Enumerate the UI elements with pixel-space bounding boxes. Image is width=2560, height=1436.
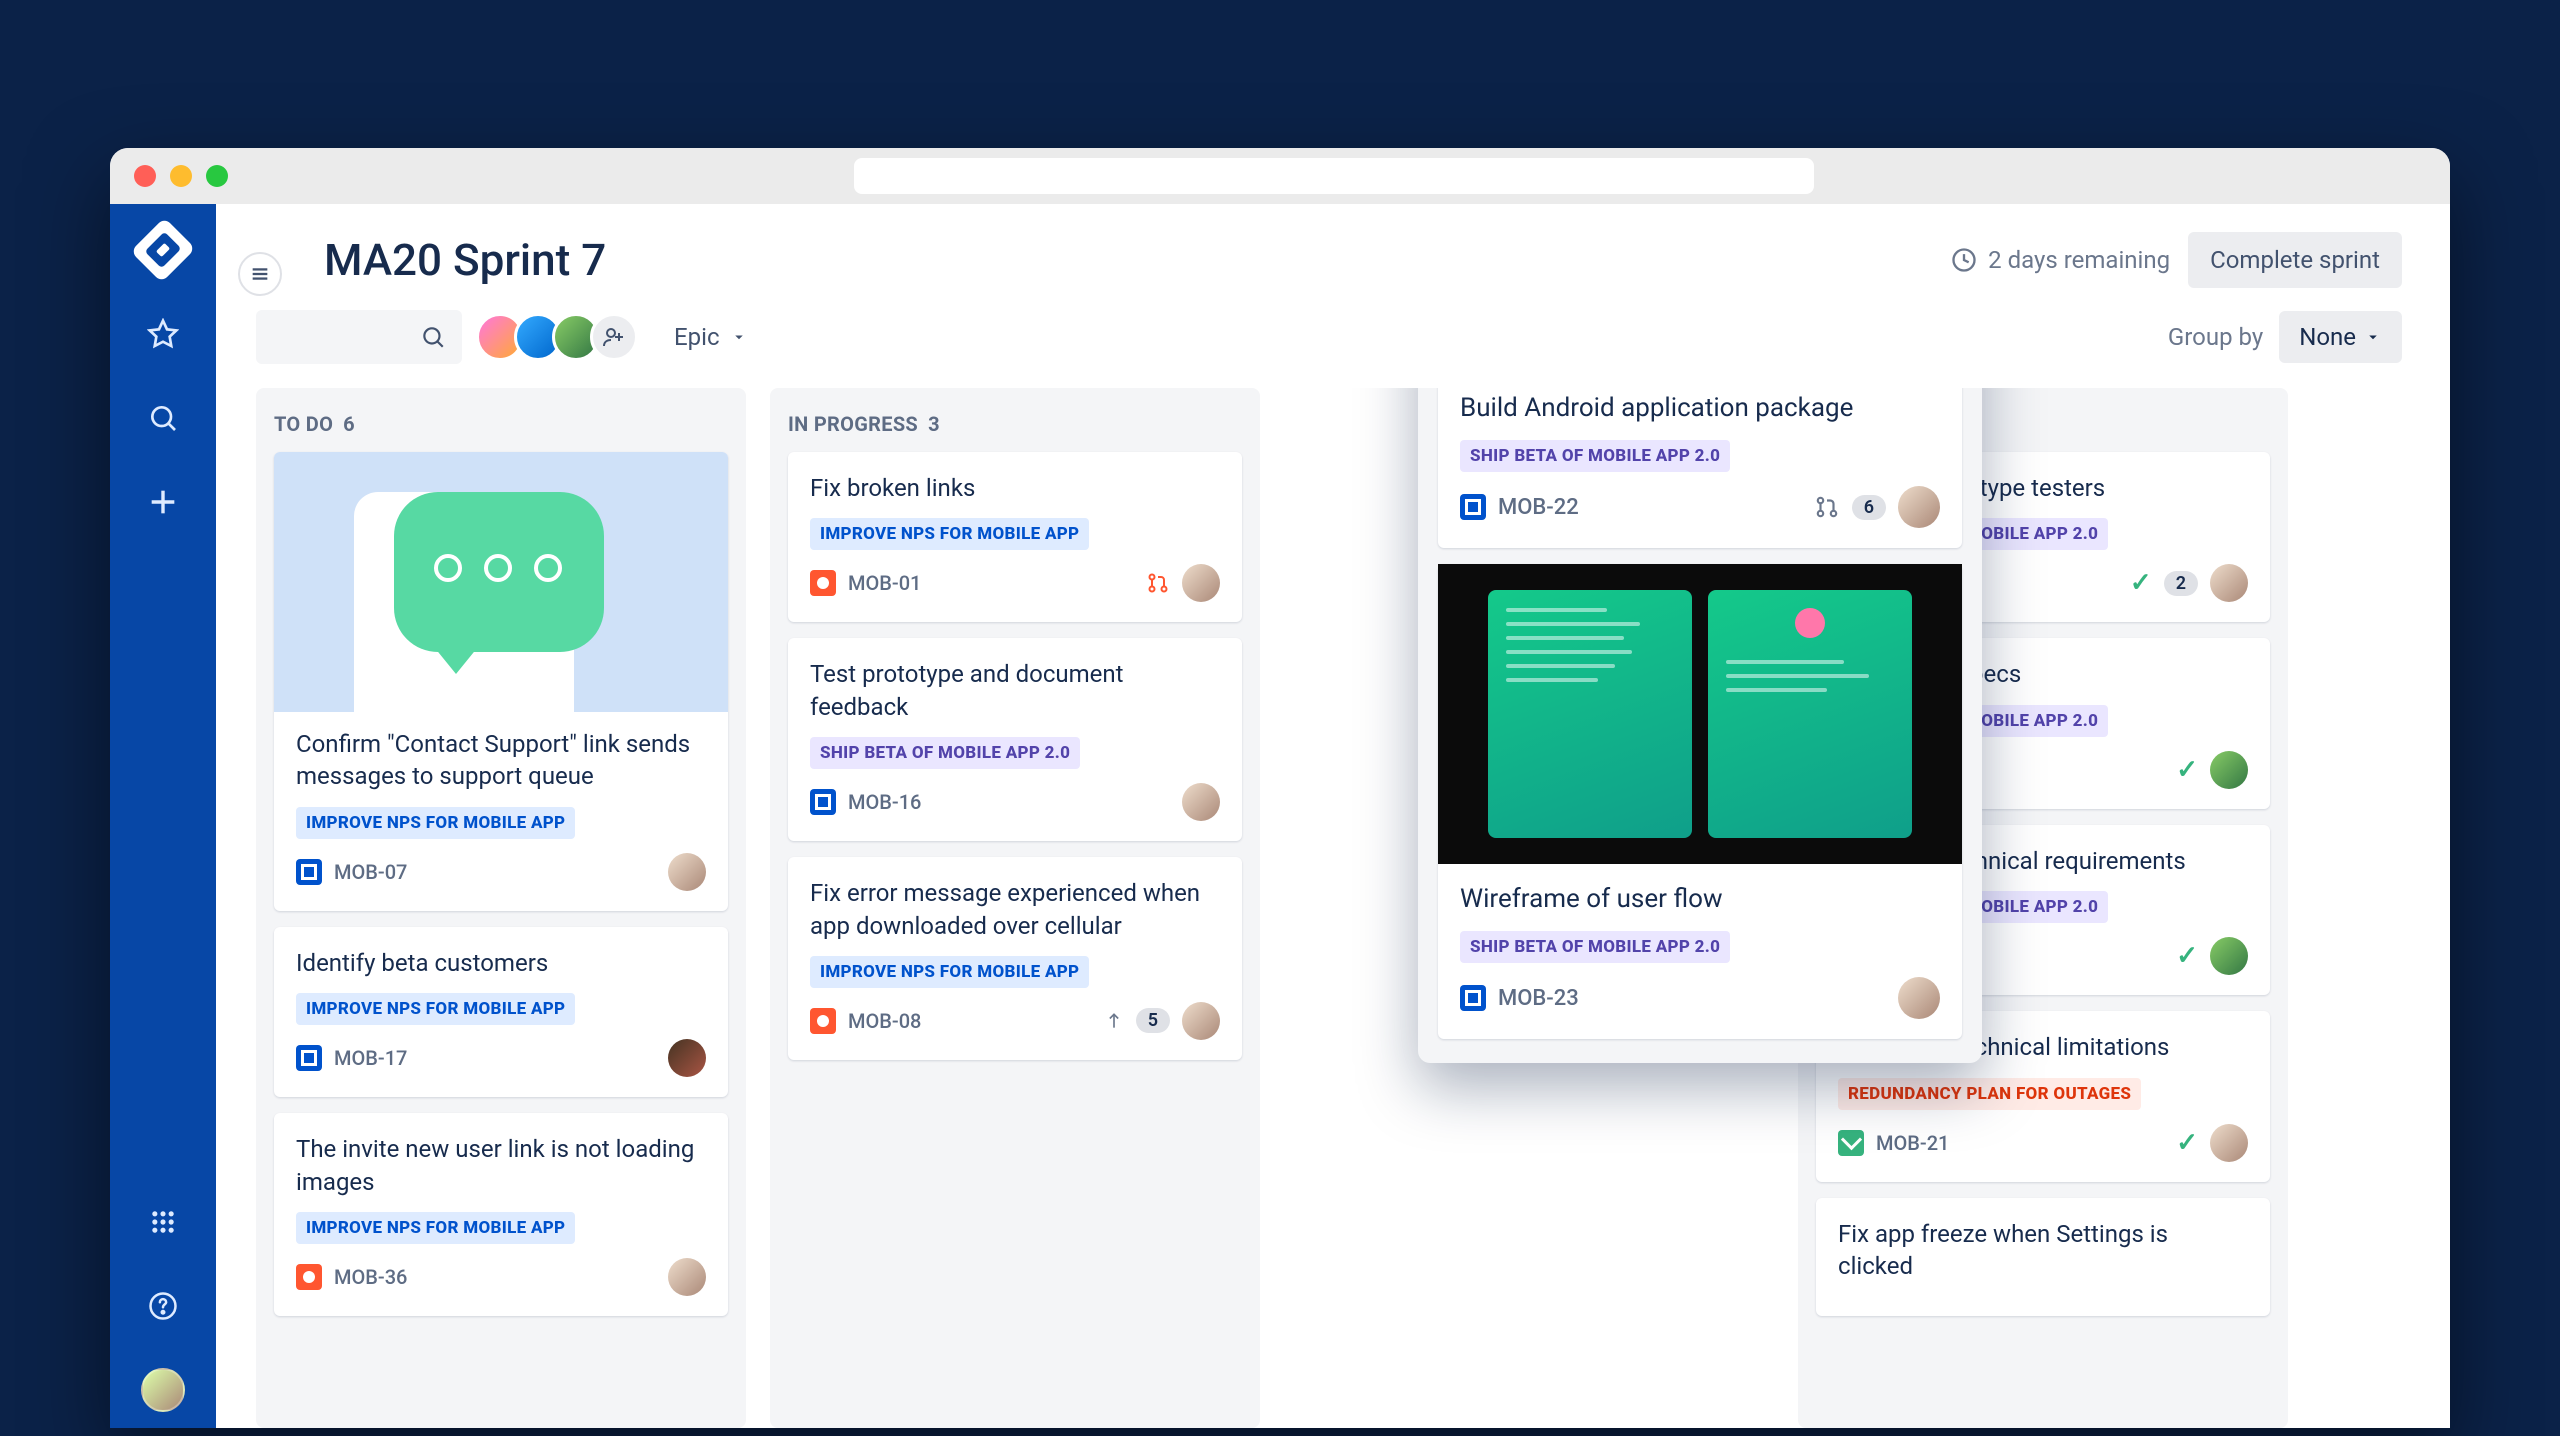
- issue-card[interactable]: Identify beta customers IMPROVE NPS FOR …: [274, 927, 728, 1097]
- jira-logo-icon[interactable]: [141, 228, 185, 272]
- bug-icon: [810, 1008, 836, 1034]
- epic-tag[interactable]: REDUNDANCY PLAN FOR OUTAGES: [1838, 1078, 2141, 1110]
- card-cover-image: [274, 452, 728, 712]
- pull-request-icon: [1146, 571, 1170, 595]
- app-window: MA20 Sprint 7 2 days remaining Complete …: [110, 148, 2450, 1428]
- issue-card[interactable]: The invite new user link is not loading …: [274, 1113, 728, 1316]
- assignee-avatar[interactable]: [2210, 751, 2248, 789]
- chevron-down-icon: [2364, 328, 2382, 346]
- profile-avatar[interactable]: [141, 1368, 185, 1412]
- assignee-avatar[interactable]: [1898, 977, 1940, 1019]
- chevron-down-icon: [730, 328, 748, 346]
- card-cover-image: [1438, 564, 1962, 864]
- epic-tag[interactable]: IMPROVE NPS FOR MOBILE APP: [296, 807, 575, 839]
- column-in-progress: IN PROGRESS 3 Fix broken links IMPROVE N…: [770, 388, 1260, 1428]
- complete-sprint-button[interactable]: Complete sprint: [2188, 232, 2402, 288]
- mac-titlebar: [110, 148, 2450, 204]
- board-search-input[interactable]: [256, 310, 462, 364]
- assignee-avatar[interactable]: [2210, 937, 2248, 975]
- time-remaining: 2 days remaining: [1950, 246, 2170, 274]
- story-icon: [1838, 1130, 1864, 1156]
- done-check-icon: ✓: [2130, 568, 2152, 598]
- pull-request-icon: [1814, 494, 1840, 520]
- issue-card[interactable]: Fix error message experienced when app d…: [788, 857, 1242, 1060]
- column-header: TO DO 6: [274, 412, 728, 436]
- done-check-icon: ✓: [2176, 755, 2198, 785]
- global-sidebar: [110, 204, 216, 1428]
- issue-card[interactable]: Build Android application package SHIP B…: [1438, 388, 1962, 548]
- assignee-avatar[interactable]: [1182, 1002, 1220, 1040]
- maximize-window-icon[interactable]: [206, 165, 228, 187]
- assignee-avatar[interactable]: [2210, 1124, 2248, 1162]
- assignee-avatar[interactable]: [668, 853, 706, 891]
- done-check-icon: ✓: [2176, 941, 2198, 971]
- app-switcher-icon[interactable]: [141, 1200, 185, 1244]
- epic-filter-dropdown[interactable]: Epic: [674, 323, 748, 351]
- groupby-label: Group by: [2168, 323, 2263, 351]
- assignee-avatar[interactable]: [1182, 783, 1220, 821]
- minimize-window-icon[interactable]: [170, 165, 192, 187]
- column-in-review: IN REVIEW 2 MAX: 5 Build Android applica…: [1418, 388, 1982, 1063]
- create-icon[interactable]: [141, 480, 185, 524]
- collapse-sidebar-button[interactable]: [238, 252, 282, 296]
- groupby-dropdown[interactable]: None: [2279, 311, 2402, 363]
- epic-tag[interactable]: IMPROVE NPS FOR MOBILE APP: [810, 956, 1089, 988]
- issue-card[interactable]: Fix app freeze when Settings is clicked: [1816, 1198, 2270, 1317]
- assignee-avatar[interactable]: [668, 1039, 706, 1077]
- epic-tag[interactable]: IMPROVE NPS FOR MOBILE APP: [296, 993, 575, 1025]
- column-header: IN PROGRESS 3: [788, 412, 1242, 436]
- assignee-avatar[interactable]: [1182, 564, 1220, 602]
- task-icon: [810, 789, 836, 815]
- star-icon[interactable]: [141, 312, 185, 356]
- window-controls: [134, 165, 228, 187]
- close-window-icon[interactable]: [134, 165, 156, 187]
- issue-card[interactable]: Wireframe of user flow SHIP BETA OF MOBI…: [1438, 564, 1962, 1039]
- page-title: MA20 Sprint 7: [324, 234, 606, 286]
- url-bar[interactable]: [854, 158, 1814, 194]
- epic-tag[interactable]: IMPROVE NPS FOR MOBILE APP: [810, 518, 1089, 550]
- issue-card[interactable]: Confirm "Contact Support" link sends mes…: [274, 452, 728, 911]
- task-icon: [1460, 494, 1486, 520]
- assignee-avatar[interactable]: [2210, 564, 2248, 602]
- assignee-avatar[interactable]: [668, 1258, 706, 1296]
- task-icon: [296, 859, 322, 885]
- issue-card[interactable]: Fix broken links IMPROVE NPS FOR MOBILE …: [788, 452, 1242, 622]
- done-check-icon: ✓: [2176, 1128, 2198, 1158]
- add-people-button[interactable]: [590, 313, 638, 361]
- kanban-board: TO DO 6 Confirm "Contact Support" link s…: [216, 388, 2450, 1428]
- priority-icon: [1104, 1011, 1124, 1031]
- assignee-filter-avatars: [486, 313, 638, 361]
- assignee-avatar[interactable]: [1898, 486, 1940, 528]
- epic-tag[interactable]: SHIP BETA OF MOBILE APP 2.0: [1460, 440, 1730, 472]
- issue-card[interactable]: Test prototype and document feedback SHI…: [788, 638, 1242, 841]
- epic-tag[interactable]: SHIP BETA OF MOBILE APP 2.0: [810, 737, 1080, 769]
- task-icon: [1460, 985, 1486, 1011]
- bug-icon: [810, 570, 836, 596]
- bug-icon: [296, 1264, 322, 1290]
- task-icon: [296, 1045, 322, 1071]
- help-icon[interactable]: [141, 1284, 185, 1328]
- notifications-icon[interactable]: [141, 1116, 185, 1160]
- column-todo: TO DO 6 Confirm "Contact Support" link s…: [256, 388, 746, 1428]
- clock-icon: [1950, 246, 1978, 274]
- search-icon[interactable]: [141, 396, 185, 440]
- epic-tag[interactable]: IMPROVE NPS FOR MOBILE APP: [296, 1212, 575, 1244]
- epic-tag[interactable]: SHIP BETA OF MOBILE APP 2.0: [1460, 931, 1730, 963]
- search-icon: [420, 324, 446, 350]
